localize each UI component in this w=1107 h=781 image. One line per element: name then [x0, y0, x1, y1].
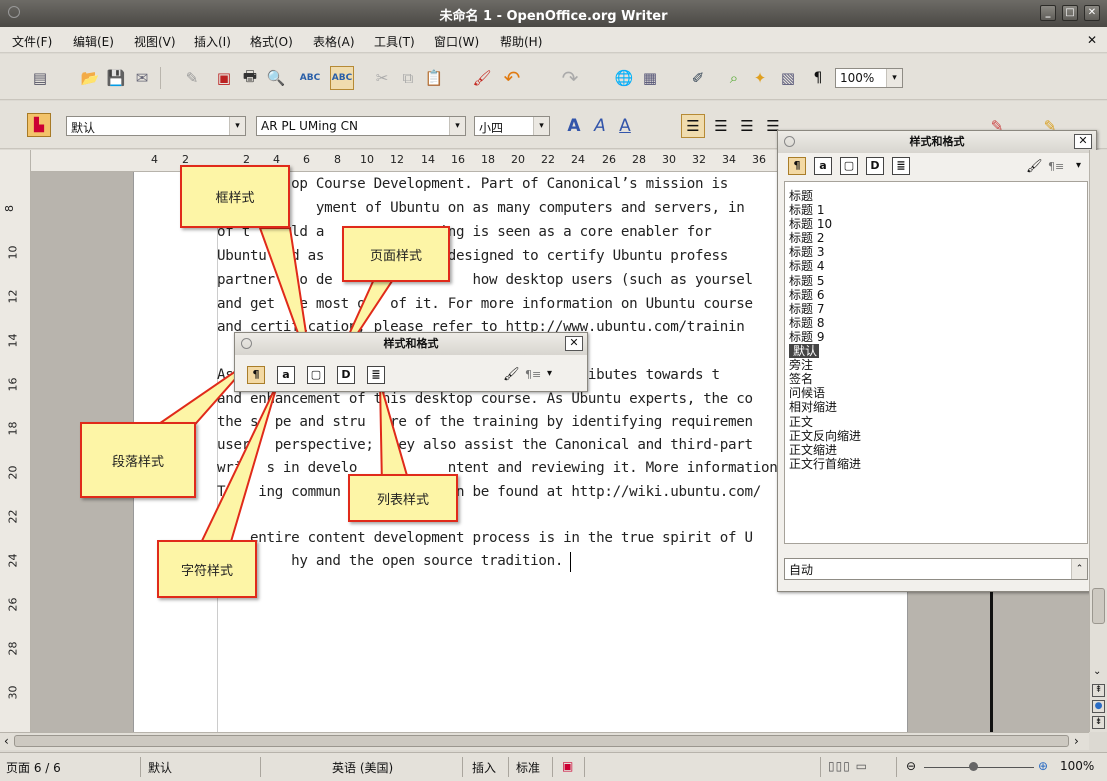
callout-list-style: 列表样式 [348, 474, 458, 522]
status-bar: 页面 6 / 6 默认 英语 (美国) 插入 标准 ▣ ▯▯▯ ▭ ⊖ ⊕ 10… [0, 752, 1107, 781]
scroll-left-icon[interactable]: ‹ [4, 734, 9, 748]
paragraph-styles-icon[interactable]: ¶ [247, 366, 265, 384]
chevron-down-icon[interactable]: ▾ [1076, 160, 1081, 171]
style-list-item-label: 相对缩进 [789, 400, 838, 415]
style-list-item[interactable]: 标题 7 [785, 302, 1087, 316]
style-list-item-label: 标题 [789, 189, 814, 203]
callout-page-style: 页面样式 [342, 226, 450, 282]
list-styles-icon[interactable]: ≣ [367, 366, 385, 384]
new-style-icon[interactable]: ¶≡ [525, 368, 541, 381]
scroll-down-icon[interactable]: ⌄ [1093, 666, 1101, 677]
style-list-item-label: 标题 9 [789, 329, 825, 344]
horizontal-scrollbar[interactable]: ‹ › [0, 732, 1089, 750]
style-list-item-label: 标题 4 [789, 259, 825, 274]
zoom-slider-handle[interactable] [969, 762, 978, 771]
style-list-item[interactable]: 标题 1 [785, 203, 1087, 217]
scroll-thumb[interactable] [14, 735, 1069, 747]
page-styles-icon[interactable]: D [866, 157, 884, 175]
style-list-item[interactable]: 签名 [785, 372, 1087, 386]
style-list-item[interactable]: 标题 8 [785, 316, 1087, 330]
style-list-item[interactable]: 正文 [785, 415, 1087, 429]
zoom-percent[interactable]: 100% [1060, 759, 1094, 773]
style-list-item[interactable]: 默认 [785, 344, 1087, 359]
selection-mode[interactable]: 标准 [516, 759, 540, 776]
style-list-item[interactable]: 相对缩进 [785, 400, 1087, 414]
styles-formatting-panel[interactable]: 样式和格式 ✕ ¶ a ▢ D ≣ 🖌 ¶≡ ▾ 标题 标题 1 标题 10 标题 2… [777, 130, 1097, 592]
callout-paragraph-style: 段落样式 [80, 422, 196, 498]
page-count[interactable]: 页面 6 / 6 [6, 759, 61, 776]
style-list-item-label: 正文缩进 [789, 442, 838, 457]
style-list-item-label: 标题 5 [789, 273, 825, 288]
style-list-item[interactable]: 正文行首缩进 [785, 457, 1087, 471]
panel-title: 样式和格式 [778, 131, 1096, 153]
style-list-item[interactable]: 标题 9 [785, 330, 1087, 344]
style-list-item[interactable]: 标题 10 [785, 217, 1087, 231]
navigation-icon[interactable]: ● [1092, 700, 1105, 713]
next-page-icon[interactable]: ⇟ [1092, 716, 1105, 729]
close-icon[interactable]: ✕ [565, 336, 583, 351]
style-list-item-label: 标题 10 [789, 217, 833, 232]
style-list-item[interactable]: 标题 6 [785, 288, 1087, 302]
page-styles-icon[interactable]: D [337, 366, 355, 384]
style-list-item-label: 标题 6 [789, 287, 825, 302]
style-list[interactable]: 标题 标题 1 标题 10 标题 2 标题 3 标题 4 标题 5 标题 6 标题 7 标题 8标… [784, 181, 1088, 544]
style-list-item[interactable]: 标题 5 [785, 274, 1087, 288]
style-list-item-label: 问候语 [789, 386, 826, 401]
zoom-out-icon[interactable]: ⊖ [906, 759, 916, 773]
character-styles-icon[interactable]: a [814, 157, 832, 175]
vertical-scrollbar[interactable]: ⌄ ⇞ ● ⇟ [1089, 150, 1107, 732]
style-filter-combo[interactable]: 自动 ⌃ [784, 558, 1088, 580]
character-styles-icon[interactable]: a [277, 366, 295, 384]
chevron-down-icon[interactable]: ▾ [547, 368, 552, 379]
frame-styles-icon[interactable]: ▢ [307, 366, 325, 384]
style-list-item-label: 正文 [789, 414, 814, 429]
language[interactable]: 英语 (美国) [332, 759, 393, 776]
previous-page-icon[interactable]: ⇞ [1092, 684, 1105, 697]
floating-styles-panel[interactable]: 样式和格式 ✕ ¶ a ▢ D ≣ 🖌 ¶≡ ▾ [234, 332, 588, 392]
style-list-item-label: 标题 3 [789, 245, 825, 260]
style-list-item-label: 标题 1 [789, 203, 825, 218]
spin-arrows-icon[interactable]: ⌃ [1071, 559, 1087, 579]
new-style-icon[interactable]: ¶≡ [1048, 160, 1064, 173]
style-list-item[interactable]: 正文缩进 [785, 443, 1087, 457]
panel-menu-icon[interactable] [784, 136, 795, 147]
zoom-in-icon[interactable]: ⊕ [1038, 759, 1048, 773]
page-style[interactable]: 默认 [148, 759, 172, 776]
callout-character-style: 字符样式 [157, 540, 257, 598]
floating-panel-title: 样式和格式 [235, 333, 587, 355]
style-list-item[interactable]: 标题 [785, 189, 1087, 203]
fill-format-icon[interactable]: 🖌 [1026, 159, 1043, 174]
style-list-item[interactable]: 旁注 [785, 358, 1087, 372]
insert-mode[interactable]: 插入 [472, 759, 496, 776]
style-list-item-label: 正文反向缩进 [789, 428, 862, 443]
view-layout-icon[interactable]: ▯▯▯ ▭ [828, 759, 868, 773]
style-list-item[interactable]: 标题 3 [785, 245, 1087, 259]
list-styles-icon[interactable]: ≣ [892, 157, 910, 175]
callout-frame-style: 框样式 [180, 165, 290, 228]
style-list-item[interactable]: 标题 4 [785, 259, 1087, 273]
style-list-item[interactable]: 问候语 [785, 386, 1087, 400]
frame-styles-icon[interactable]: ▢ [840, 157, 858, 175]
style-list-item[interactable]: 标题 2 [785, 231, 1087, 245]
fill-format-icon[interactable]: 🖌 [503, 367, 520, 382]
paragraph-styles-icon[interactable]: ¶ [788, 157, 806, 175]
style-list-item[interactable]: 正文反向缩进 [785, 429, 1087, 443]
document-modified-icon: ▣ [562, 759, 574, 773]
style-filter-value: 自动 [789, 563, 814, 577]
style-list-item-label: 标题 7 [789, 301, 825, 316]
style-list-item-label: 签名 [789, 372, 814, 387]
style-list-item-label: 标题 8 [789, 315, 825, 330]
style-list-item-label: 旁注 [789, 358, 814, 373]
zoom-slider[interactable] [924, 767, 1034, 768]
panel-menu-icon[interactable] [241, 338, 252, 349]
scroll-right-icon[interactable]: › [1074, 734, 1079, 748]
style-list-item-label: 默认 [789, 344, 820, 359]
scroll-thumb[interactable] [1092, 588, 1105, 624]
style-list-item-label: 正文行首缩进 [789, 456, 862, 471]
style-list-item-label: 标题 2 [789, 231, 825, 246]
close-icon[interactable]: ✕ [1074, 134, 1092, 149]
